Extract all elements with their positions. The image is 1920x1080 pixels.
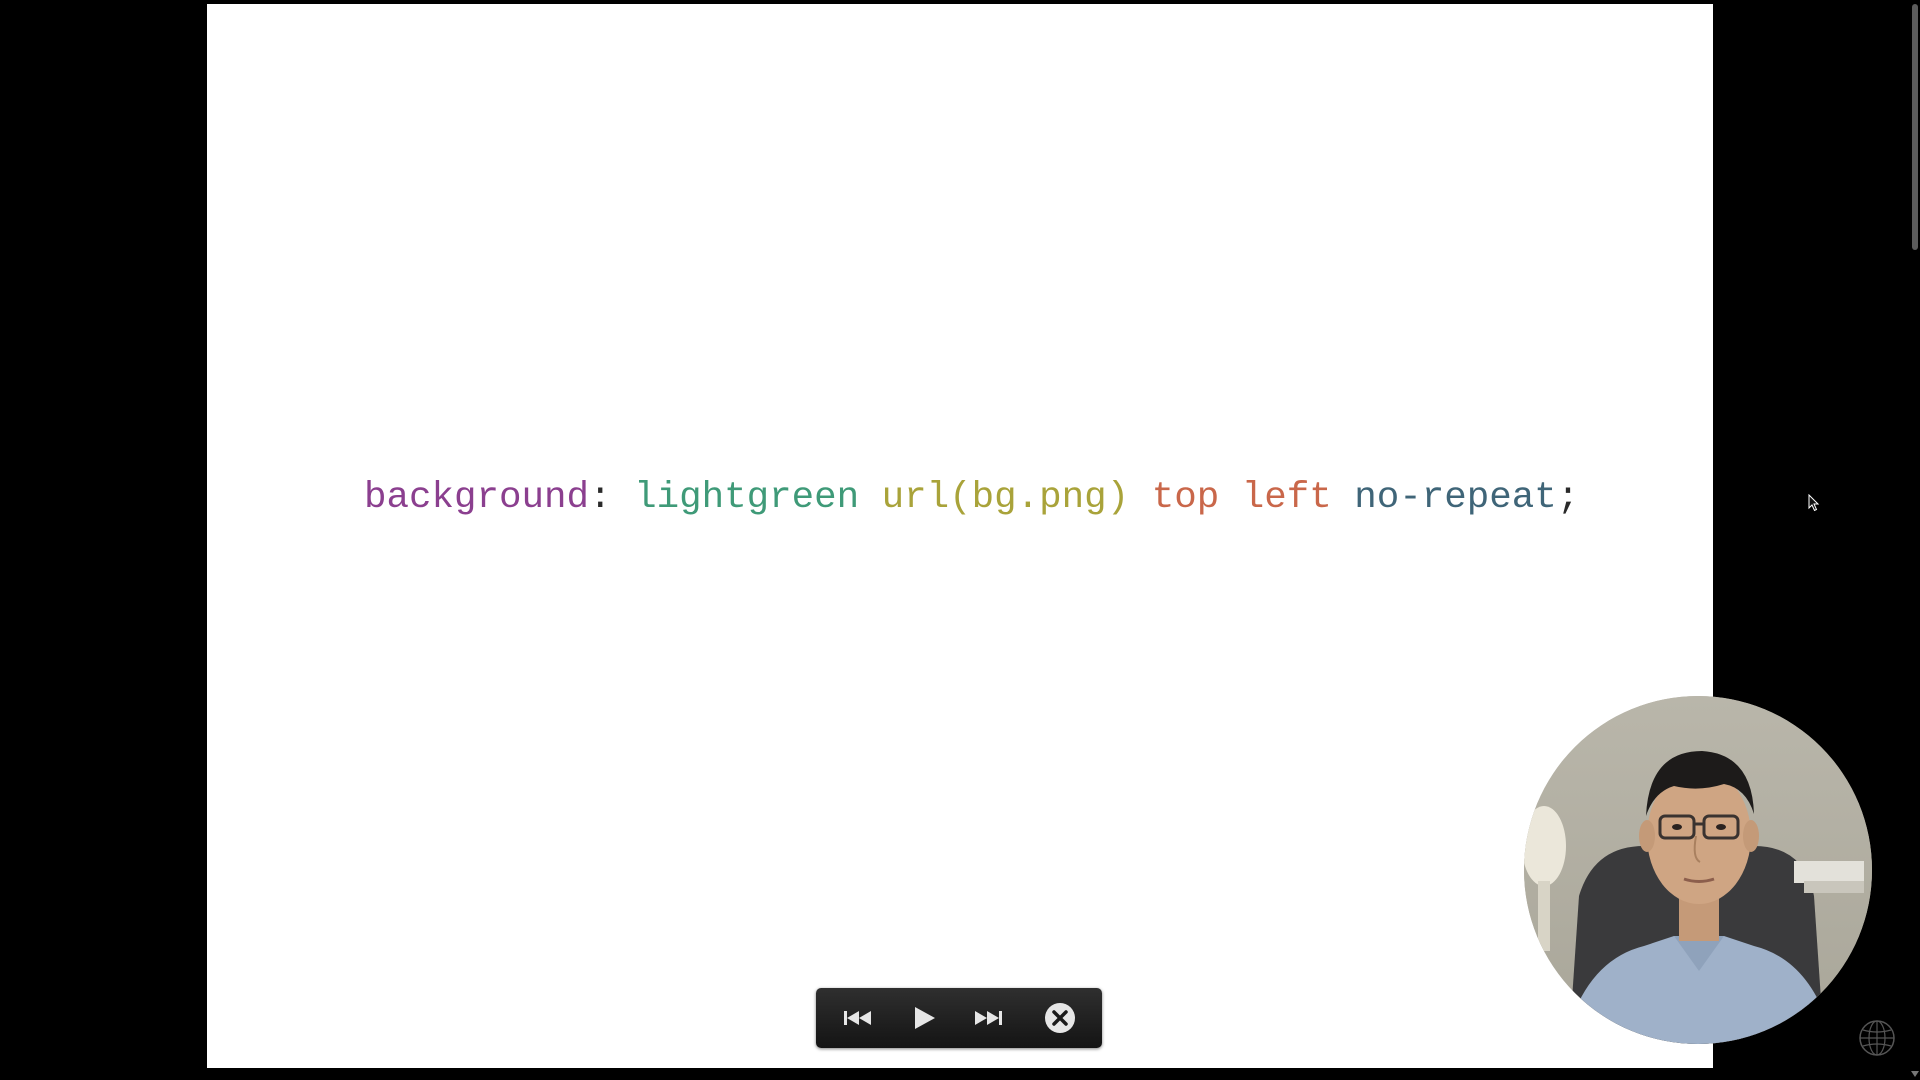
playback-controls [816,988,1102,1048]
close-circle-icon [1045,1003,1075,1033]
globe-logo-icon [1859,1020,1895,1056]
slide: background: lightgreen url(bg.png) top l… [207,4,1820,1068]
presenter-video [1524,696,1872,1044]
code-token-repeat-value: no-repeat [1354,477,1557,519]
code-token-left-value: left [1241,477,1332,519]
mouse-pointer-icon [1808,494,1820,512]
skip-next-button[interactable] [966,988,1010,1048]
player-screen: background: lightgreen url(bg.png) top l… [0,0,1920,1080]
code-token-top-value: top [1151,477,1220,519]
close-button[interactable] [1038,988,1082,1048]
code-token-color-value: lightgreen [634,477,860,519]
skip-previous-icon [844,1011,871,1025]
play-icon [915,1007,935,1029]
skip-next-icon [975,1011,1002,1025]
presenter-webcam [1524,696,1872,1044]
vertical-scrollbar[interactable] [1910,0,1920,1080]
play-button[interactable] [902,988,946,1048]
scrollbar-thumb[interactable] [1912,4,1918,250]
scroll-down-arrow-icon[interactable] [1910,1070,1920,1078]
code-token-colon: : [589,477,635,519]
css-code-line: background: lightgreen url(bg.png) top l… [364,477,1579,519]
skip-previous-button[interactable] [836,988,880,1048]
code-token-property: background [364,477,590,519]
code-token-semicolon: ; [1556,477,1580,519]
code-token-url-value: url(bg.png) [881,477,1130,519]
